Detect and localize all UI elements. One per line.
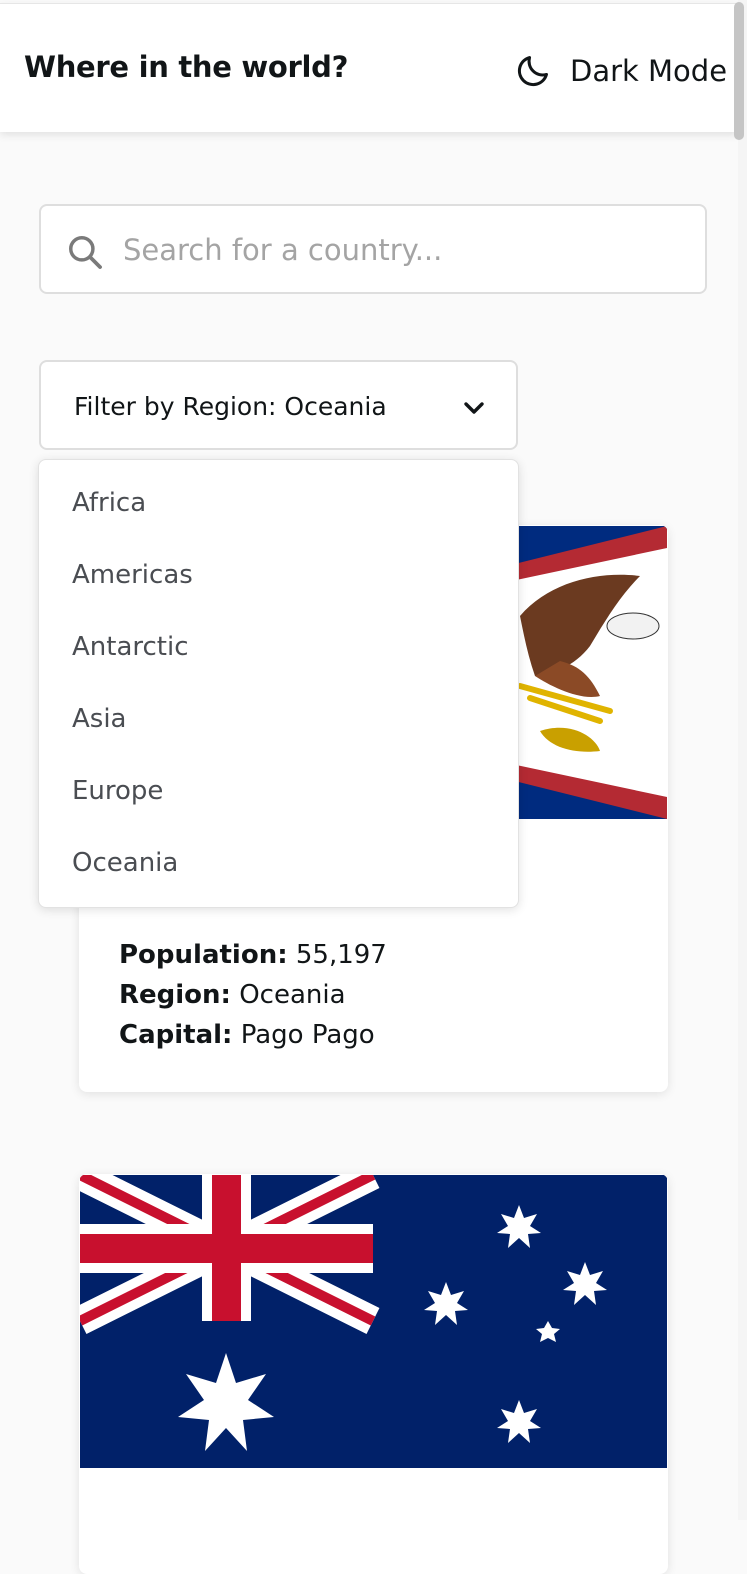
scrollbar-track[interactable]: [738, 0, 747, 1520]
search-icon: [69, 236, 102, 269]
region-option-americas[interactable]: Americas: [72, 560, 193, 600]
region-filter-label: Filter by Region: Oceania: [74, 392, 387, 421]
search-input[interactable]: [121, 224, 685, 276]
region-label: Region:: [119, 980, 231, 1010]
chevron-down-icon: [464, 402, 484, 414]
country-details: Population: 55,197 Region: Oceania Capit…: [119, 935, 387, 1055]
capital-label: Capital:: [119, 1020, 233, 1050]
scrollbar-thumb[interactable]: [734, 2, 744, 140]
population-label: Population:: [119, 940, 288, 970]
dark-mode-label: Dark Mode: [570, 54, 728, 88]
region-option-europe[interactable]: Europe: [72, 776, 163, 816]
region-option-oceania[interactable]: Oceania: [72, 848, 178, 888]
app-header: Where in the world? Dark Mode: [0, 3, 738, 132]
region-filter-select[interactable]: Filter by Region: Oceania: [39, 360, 518, 450]
region-option-antarctic[interactable]: Antarctic: [72, 632, 189, 672]
region-value: Oceania: [239, 980, 346, 1010]
australia-flag: [80, 1175, 667, 1468]
region-option-asia[interactable]: Asia: [72, 704, 127, 744]
capital-value: Pago Pago: [240, 1020, 375, 1050]
search-box[interactable]: [39, 204, 707, 294]
population-value: 55,197: [295, 940, 387, 970]
moon-icon: [517, 56, 548, 87]
app-title: Where in the world?: [24, 50, 349, 84]
dark-mode-toggle[interactable]: Dark Mode: [514, 52, 727, 90]
region-option-africa[interactable]: Africa: [72, 488, 146, 528]
region-dropdown-menu: Africa Americas Antarctic Asia Europe Oc…: [38, 459, 519, 908]
country-card[interactable]: [79, 1174, 668, 1574]
